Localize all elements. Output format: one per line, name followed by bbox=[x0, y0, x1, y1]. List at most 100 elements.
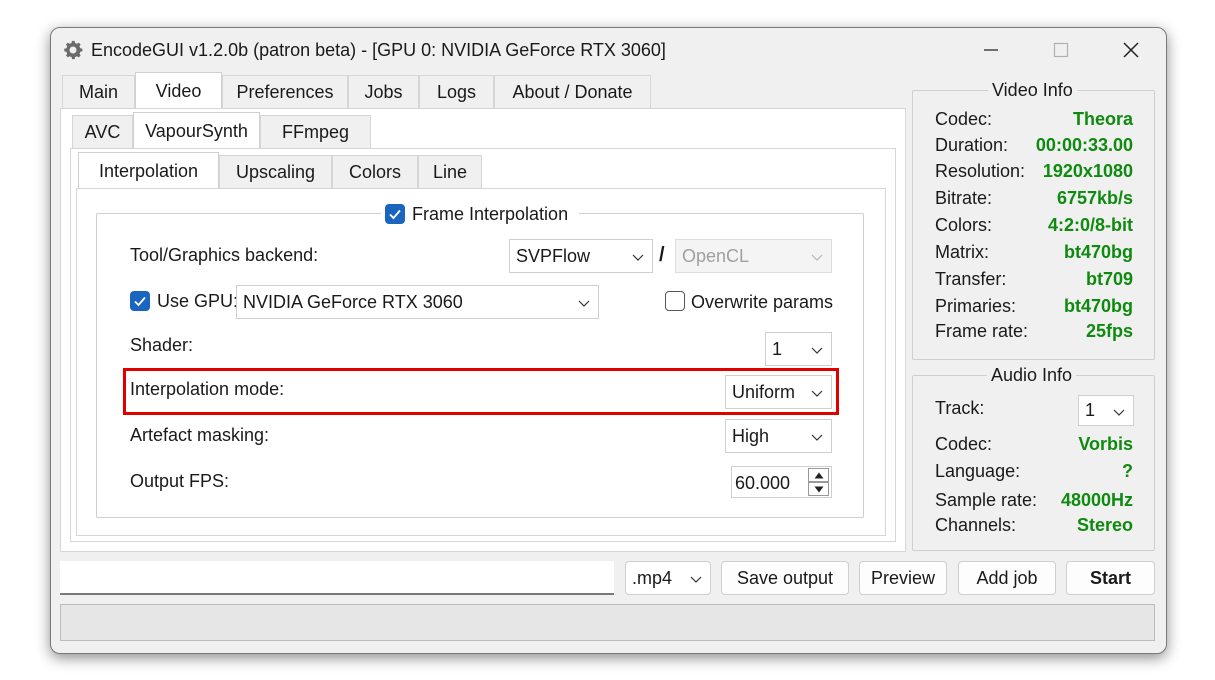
audio-info-title: Audio Info bbox=[987, 365, 1077, 386]
gpu-select[interactable]: NVIDIA GeForce RTX 3060 bbox=[236, 285, 599, 319]
video-info-label: Primaries: bbox=[935, 296, 1017, 316]
video-info-value: 25fps bbox=[1085, 321, 1133, 341]
add-job-button[interactable]: Add job bbox=[958, 561, 1056, 595]
frame-interpolation-checkbox[interactable] bbox=[385, 204, 405, 224]
tab-ffmpeg[interactable]: FFmpeg bbox=[260, 115, 371, 149]
shader-value: 1 bbox=[772, 338, 783, 359]
checkmark-icon bbox=[389, 209, 401, 220]
audio-info-value: 48000Hz bbox=[1060, 490, 1133, 510]
container-select[interactable]: .mp4 bbox=[625, 561, 711, 595]
progress-bar bbox=[60, 604, 1155, 641]
preview-button[interactable]: Preview bbox=[859, 561, 947, 595]
chevron-down-icon bbox=[632, 254, 644, 261]
frame-interpolation-toggle[interactable]: Frame Interpolation bbox=[381, 202, 579, 226]
video-info-label: Colors: bbox=[935, 215, 993, 235]
video-info-value: bt709 bbox=[1085, 269, 1133, 289]
output-fps-spinbox[interactable]: 60.000 bbox=[731, 466, 832, 498]
audio-info-label: Channels: bbox=[935, 515, 1017, 535]
frame-interpolation-label: Frame Interpolation bbox=[412, 203, 569, 224]
tab-upscaling[interactable]: Upscaling bbox=[219, 155, 332, 189]
chevron-down-icon bbox=[578, 300, 590, 307]
tab-about-donate[interactable]: About / Donate bbox=[494, 75, 651, 109]
tab-logs[interactable]: Logs bbox=[419, 75, 494, 109]
video-info-label: Transfer: bbox=[935, 269, 1007, 289]
shader-select[interactable]: 1 bbox=[765, 332, 832, 366]
track-value: 1 bbox=[1085, 400, 1096, 420]
chevron-down-icon bbox=[811, 434, 823, 441]
start-button[interactable]: Start bbox=[1066, 561, 1155, 595]
audio-info-value: Vorbis bbox=[1078, 434, 1133, 454]
chevron-down-icon bbox=[811, 390, 823, 397]
video-info-value: bt470bg bbox=[1063, 296, 1133, 316]
spin-up-button[interactable] bbox=[808, 468, 829, 482]
maximize-button[interactable] bbox=[1026, 28, 1096, 72]
window-title: EncodeGUI v1.2.0b (patron beta) - [GPU 0… bbox=[91, 40, 666, 60]
video-info-label: Matrix: bbox=[935, 242, 989, 262]
audio-info-label: Codec: bbox=[935, 434, 993, 454]
title-bar[interactable]: EncodeGUI v1.2.0b (patron beta) - [GPU 0… bbox=[51, 28, 1166, 72]
shader-label: Shader: bbox=[130, 335, 194, 355]
close-button[interactable] bbox=[1096, 28, 1166, 72]
tab-avc[interactable]: AVC bbox=[72, 115, 133, 149]
backend-select[interactable]: SVPFlow bbox=[509, 239, 653, 273]
chevron-down-icon bbox=[811, 347, 823, 354]
chevron-down-icon bbox=[811, 254, 823, 261]
minimize-button[interactable] bbox=[956, 28, 1026, 72]
video-info-label: Codec: bbox=[935, 109, 993, 129]
overwrite-params-label: Overwrite params bbox=[691, 292, 834, 312]
track-label: Track: bbox=[935, 398, 985, 418]
video-info-label: Duration: bbox=[935, 135, 1009, 155]
overwrite-params-checkbox[interactable] bbox=[665, 291, 685, 311]
track-select[interactable]: 1 bbox=[1078, 395, 1134, 426]
backend-separator: / bbox=[659, 244, 665, 266]
audio-info-label: Sample rate: bbox=[935, 490, 1038, 510]
tab-main[interactable]: Main bbox=[62, 75, 135, 109]
video-info-label: Frame rate: bbox=[935, 321, 1029, 341]
tab-colors[interactable]: Colors bbox=[332, 155, 418, 189]
audio-info-label: Language: bbox=[935, 461, 1021, 481]
tab-preferences[interactable]: Preferences bbox=[222, 75, 348, 109]
triangle-up-icon bbox=[814, 472, 823, 478]
tab-vapoursynth[interactable]: VapourSynth bbox=[133, 112, 260, 149]
output-fps-label: Output FPS: bbox=[130, 471, 230, 491]
audio-info-value: ? bbox=[1122, 461, 1133, 481]
tab-jobs[interactable]: Jobs bbox=[348, 75, 419, 109]
video-info-value: bt470bg bbox=[1063, 242, 1133, 262]
video-info-value: 00:00:33.00 bbox=[1035, 135, 1133, 155]
video-info-value: Theora bbox=[1072, 109, 1133, 129]
minimize-icon bbox=[984, 49, 998, 51]
video-info-value: 6757kb/s bbox=[1056, 188, 1133, 208]
interpolation-mode-select[interactable]: Uniform bbox=[725, 375, 832, 409]
save-output-button[interactable]: Save output bbox=[721, 561, 849, 595]
video-info-value: 4:2:0/8-bit bbox=[1047, 215, 1133, 235]
use-gpu-checkbox[interactable] bbox=[130, 291, 150, 311]
video-info-value: 1920x1080 bbox=[1042, 161, 1133, 181]
output-path-input[interactable] bbox=[60, 561, 614, 595]
video-info-label: Bitrate: bbox=[935, 188, 993, 208]
chevron-down-icon bbox=[690, 576, 702, 583]
video-info-label: Resolution: bbox=[935, 161, 1026, 181]
backend2-select[interactable]: OpenCL bbox=[675, 239, 832, 273]
close-icon bbox=[1123, 42, 1139, 58]
chevron-down-icon bbox=[1113, 409, 1125, 416]
spin-down-button[interactable] bbox=[808, 482, 829, 496]
backend2-value: OpenCL bbox=[682, 245, 750, 266]
maximize-icon bbox=[1053, 42, 1069, 58]
checkmark-icon bbox=[134, 296, 146, 307]
interpolation-mode-label: Interpolation mode: bbox=[130, 379, 285, 399]
artefact-masking-label: Artefact masking: bbox=[130, 425, 270, 445]
tab-line[interactable]: Line bbox=[418, 155, 482, 189]
container-value: .mp4 bbox=[632, 567, 673, 588]
app-window: EncodeGUI v1.2.0b (patron beta) - [GPU 0… bbox=[50, 27, 1167, 654]
video-info-title: Video Info bbox=[988, 80, 1077, 101]
audio-info-value: Stereo bbox=[1076, 515, 1133, 535]
output-fps-value: 60.000 bbox=[735, 473, 791, 493]
backend-value: SVPFlow bbox=[516, 245, 591, 266]
interpolation-mode-value: Uniform bbox=[732, 381, 796, 402]
triangle-down-icon bbox=[814, 486, 823, 492]
artefact-masking-select[interactable]: High bbox=[725, 419, 832, 453]
tab-interpolation[interactable]: Interpolation bbox=[78, 152, 219, 189]
backend-label: Tool/Graphics backend: bbox=[130, 245, 319, 265]
gear-icon bbox=[64, 40, 83, 60]
tab-video[interactable]: Video bbox=[135, 72, 222, 109]
